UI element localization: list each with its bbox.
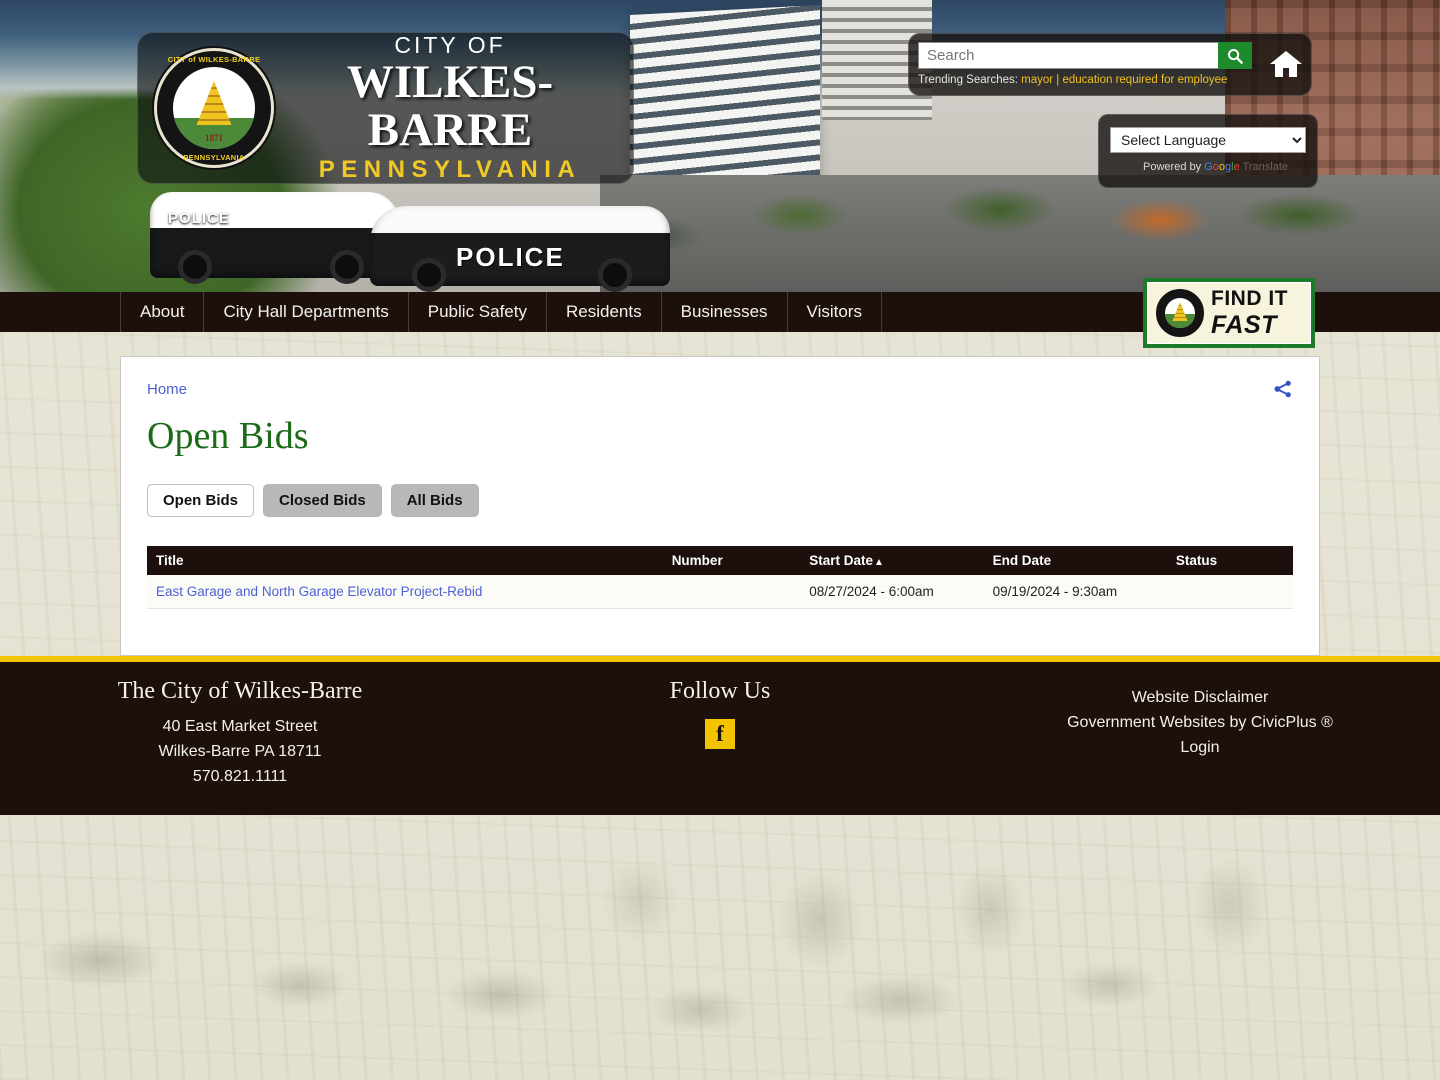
- footer-address-heading: The City of Wilkes-Barre: [117, 678, 363, 704]
- column-header-status[interactable]: Status: [1166, 546, 1293, 575]
- bid-title-link[interactable]: East Garage and North Garage Elevator Pr…: [156, 584, 482, 599]
- trending-item-1[interactable]: education required for employee: [1063, 74, 1228, 86]
- bid-filter-tabs: Open Bids Closed Bids All Bids: [147, 484, 1293, 517]
- google-translate-attribution: Powered by Google Translate: [1110, 161, 1306, 173]
- nav-item-residents[interactable]: Residents: [547, 292, 662, 332]
- city-seal-icon: CITY of WILKES-BARRE 1871 PENNSYLVANIA: [154, 48, 274, 168]
- table-row: East Garage and North Garage Elevator Pr…: [147, 575, 1293, 609]
- bids-table: Title Number Start Date▲ End Date Status…: [147, 546, 1293, 609]
- tab-closed-bids[interactable]: Closed Bids: [263, 484, 382, 517]
- translate-label: Translate: [1242, 161, 1288, 173]
- tab-open-bids[interactable]: Open Bids: [147, 484, 255, 517]
- footer-link-civicplus[interactable]: Government Websites by CivicPlus ®: [960, 711, 1440, 736]
- search-button[interactable]: [1218, 42, 1252, 69]
- footer-follow-heading: Follow Us: [669, 678, 771, 704]
- hero-street-scene: [600, 175, 1440, 292]
- column-header-title[interactable]: Title: [147, 546, 663, 575]
- cell-status: [1166, 575, 1293, 609]
- google-wordmark: Google: [1204, 161, 1240, 173]
- page-title: Open Bids: [147, 415, 309, 457]
- police-sedan: [370, 206, 670, 292]
- tab-all-bids[interactable]: All Bids: [390, 484, 479, 517]
- home-icon: [1270, 51, 1302, 77]
- logo-state: PENNSYLVANIA: [318, 156, 582, 184]
- footer-address-line2: Wilkes-Barre PA 18711: [158, 742, 322, 760]
- footer-link-website-disclaimer[interactable]: Website Disclaimer: [960, 686, 1440, 711]
- footer-phone[interactable]: 570.821.1111: [0, 765, 480, 790]
- city-logo-text: CITY OF WILKES-BARRE PENNSYLVANIA: [274, 32, 634, 185]
- nav-item-public-safety[interactable]: Public Safety: [409, 292, 547, 332]
- footer-links-column: Website Disclaimer Government Websites b…: [960, 678, 1440, 815]
- breadcrumb[interactable]: Home: [147, 381, 1293, 398]
- nav-item-city-hall-departments[interactable]: City Hall Departments: [204, 292, 409, 332]
- find-it-fast-text: FIND IT FAST: [1211, 287, 1288, 340]
- footer-link-login[interactable]: Login: [960, 736, 1440, 761]
- bids-table-body: East Garage and North Garage Elevator Pr…: [147, 575, 1293, 609]
- cell-start-date: 08/27/2024 - 6:00am: [800, 575, 984, 609]
- cell-number: [662, 575, 801, 609]
- trending-searches: Trending Searches: mayor | education req…: [918, 74, 1302, 86]
- seal-inner: 1871: [173, 67, 255, 149]
- cell-title: East Garage and North Garage Elevator Pr…: [147, 575, 663, 609]
- find-it-fast-inner: FIND IT FAST: [1147, 282, 1311, 344]
- share-button[interactable]: [1273, 379, 1293, 404]
- footer-social-column: Follow Us f: [480, 678, 960, 815]
- footer-address-column: The City of Wilkes-Barre 40 East Market …: [0, 678, 480, 815]
- column-header-start-date-label: Start Date: [809, 553, 873, 568]
- home-button[interactable]: [1266, 45, 1306, 83]
- city-logo-plate[interactable]: CITY of WILKES-BARRE 1871 PENNSYLVANIA C…: [137, 32, 634, 184]
- beehive-icon: [196, 81, 232, 125]
- nav-item-visitors[interactable]: Visitors: [788, 292, 882, 332]
- beehive-icon: [1172, 302, 1188, 321]
- search-icon: [1228, 48, 1243, 64]
- language-panel: Select Language Powered by Google Transl…: [1098, 114, 1318, 188]
- facebook-glyph: f: [716, 720, 724, 746]
- site-footer: The City of Wilkes-Barre 40 East Market …: [0, 662, 1440, 815]
- content-wrapper: Home Open Bids Open Bids Closed Bids All…: [0, 332, 1440, 656]
- column-header-number[interactable]: Number: [662, 546, 801, 575]
- logo-city-name: WILKES-BARRE: [346, 55, 554, 156]
- search-row: [918, 42, 1252, 69]
- nav-item-about[interactable]: About: [120, 292, 205, 332]
- find-it-fast-line2: FAST: [1211, 310, 1277, 339]
- nav-item-businesses[interactable]: Businesses: [662, 292, 788, 332]
- column-header-end-date[interactable]: End Date: [983, 546, 1167, 575]
- seal-year: 1871: [205, 133, 223, 143]
- find-it-fast-button[interactable]: FIND IT FAST: [1143, 278, 1315, 348]
- find-it-fast-seal-icon: [1156, 289, 1204, 337]
- trending-label: Trending Searches:: [918, 74, 1018, 86]
- content-panel: Home Open Bids Open Bids Closed Bids All…: [120, 356, 1320, 656]
- seal-top-text: CITY of WILKES-BARRE: [167, 55, 261, 64]
- search-panel: Trending Searches: mayor | education req…: [908, 33, 1312, 96]
- cell-end-date: 09/19/2024 - 9:30am: [983, 575, 1167, 609]
- find-it-fast-line1: FIND IT: [1211, 286, 1288, 310]
- share-icon: [1274, 380, 1291, 398]
- search-input[interactable]: [918, 42, 1218, 69]
- language-select[interactable]: Select Language: [1110, 127, 1306, 153]
- logo-city-of: CITY OF: [394, 31, 506, 58]
- seal-bottom-text: PENNSYLVANIA: [183, 153, 245, 162]
- bids-table-header-row: Title Number Start Date▲ End Date Status: [147, 546, 1293, 575]
- hero-banner: CITY of WILKES-BARRE 1871 PENNSYLVANIA C…: [0, 0, 1440, 292]
- powered-by-label: Powered by: [1143, 161, 1202, 173]
- bids-table-head: Title Number Start Date▲ End Date Status: [147, 546, 1293, 575]
- trending-item-0[interactable]: mayor: [1021, 74, 1053, 86]
- footer-address-line1: 40 East Market Street: [162, 718, 318, 735]
- column-header-start-date[interactable]: Start Date▲: [800, 546, 984, 575]
- facebook-icon[interactable]: f: [705, 719, 735, 749]
- trending-separator: |: [1056, 74, 1060, 86]
- sort-ascending-icon: ▲: [873, 557, 884, 568]
- police-suv: [150, 192, 400, 284]
